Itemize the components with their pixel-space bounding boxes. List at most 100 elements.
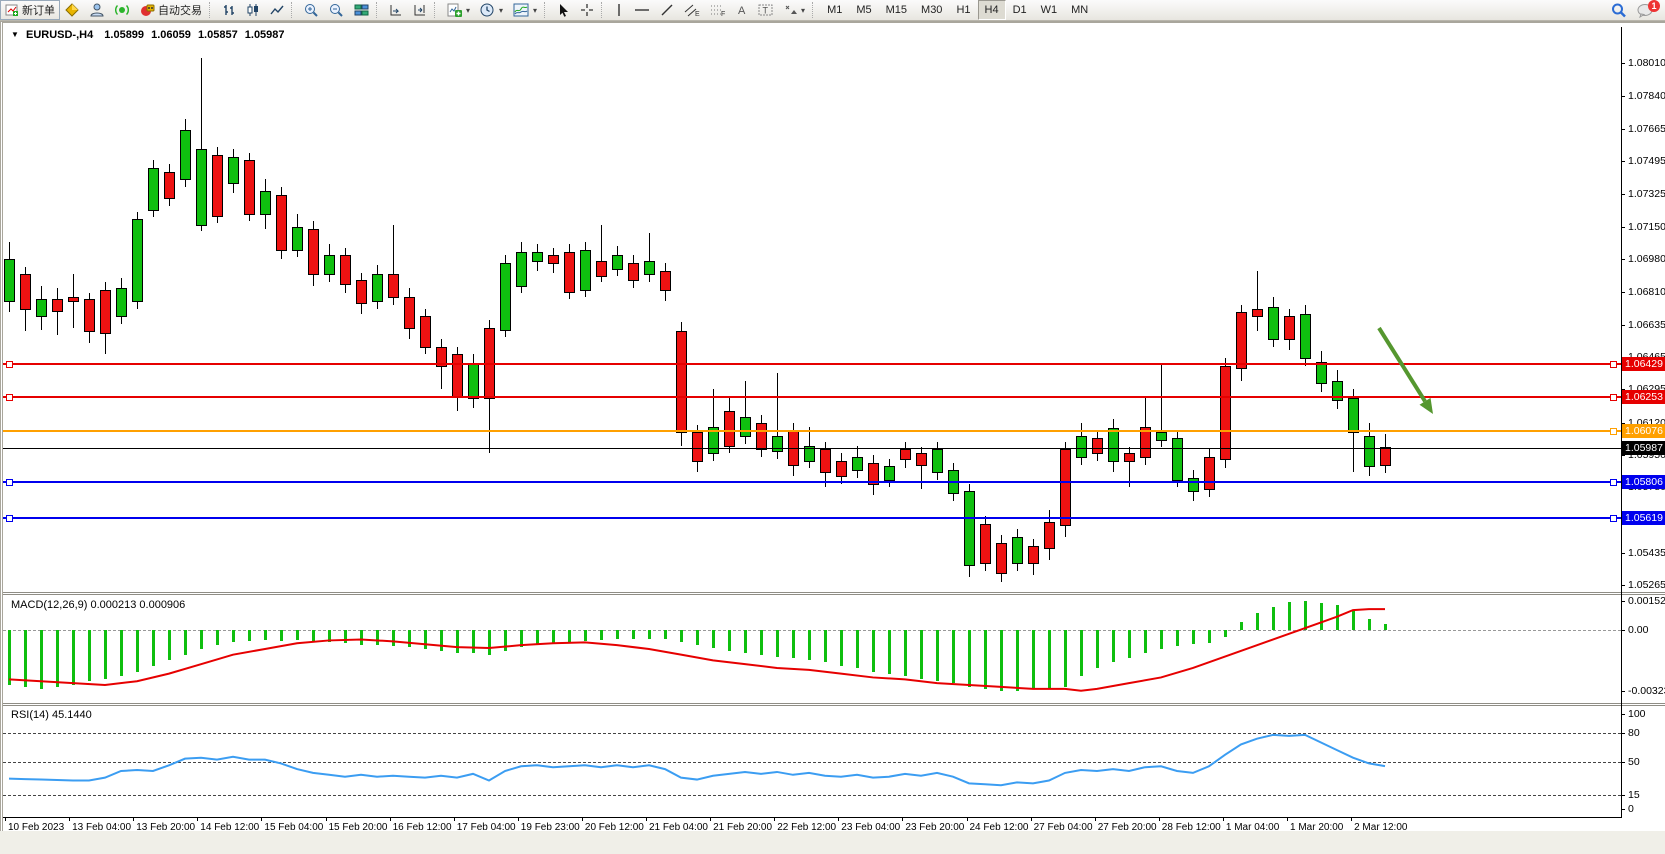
pane-splitter[interactable] (3, 705, 1665, 706)
pane-splitter[interactable] (3, 592, 1665, 593)
chart-window: ▼ EURUSD-,H4 1.05899 1.06059 1.05857 1.0… (0, 21, 1665, 831)
time-axis-tick (197, 818, 198, 821)
macd-bar (1128, 630, 1131, 658)
time-axis-tick (838, 818, 839, 821)
timeframe-d1-button[interactable]: D1 (1006, 0, 1034, 20)
timeframe-mn-button[interactable]: MN (1064, 0, 1095, 20)
auto-scroll-icon (389, 3, 403, 17)
fibonacci-icon: F (710, 3, 726, 17)
zoom-in-button[interactable] (299, 0, 324, 20)
timeframe-w1-button[interactable]: W1 (1034, 0, 1065, 20)
candlestick-chart-button[interactable] (241, 0, 265, 20)
text-label-button[interactable]: T (753, 0, 778, 20)
price-hline[interactable] (3, 363, 1621, 365)
candle-body (404, 297, 415, 328)
hline-handle[interactable] (6, 479, 13, 486)
fibonacci-button[interactable]: F (705, 0, 731, 20)
hline-handle[interactable] (1610, 361, 1617, 368)
tile-windows-button[interactable] (349, 0, 374, 20)
macd-bar (472, 630, 475, 653)
arrows-button[interactable]: ▾ (778, 0, 810, 20)
price-axis-tick (1621, 325, 1625, 326)
application-window: 新订单 自动交易 ▾ ▾ ▾ E F A T ▾ (0, 0, 1665, 837)
hline-handle[interactable] (6, 394, 13, 401)
cursor-icon (557, 3, 570, 17)
time-axis-label: 23 Feb 04:00 (841, 822, 900, 833)
macd-bar (1144, 630, 1147, 653)
macd-bar (584, 630, 587, 641)
chart-canvas[interactable]: 1.080101.078401.076651.074951.073251.071… (3, 23, 1665, 833)
macd-bar (200, 630, 203, 649)
time-axis-label: 23 Feb 20:00 (905, 822, 964, 833)
rsi-axis-label: 100 (1628, 708, 1646, 720)
hline-handle[interactable] (1610, 394, 1617, 401)
price-axis-tick (1621, 585, 1625, 586)
rsi-axis-tick (1621, 809, 1625, 810)
new-order-icon (5, 3, 19, 17)
equidistant-channel-icon: E (684, 3, 700, 17)
macd-bar (616, 630, 619, 639)
candle-body (1060, 449, 1071, 526)
timeframe-m15-button[interactable]: M15 (879, 0, 914, 20)
trendline-button[interactable] (655, 0, 679, 20)
macd-bar (1096, 630, 1099, 668)
macd-bar (664, 630, 667, 639)
time-axis-tick (902, 818, 903, 821)
candle-body (1188, 478, 1199, 492)
price-hline[interactable] (3, 481, 1621, 483)
hline-handle[interactable] (6, 361, 13, 368)
candle-body (1204, 457, 1215, 490)
price-hline[interactable] (3, 396, 1621, 398)
profile-button[interactable] (85, 0, 110, 20)
time-axis-label: 1 Mar 20:00 (1290, 822, 1343, 833)
macd-bar (1160, 630, 1163, 649)
price-badge: 1.05987 (1622, 441, 1665, 455)
zoom-out-button[interactable] (324, 0, 349, 20)
macd-bar (1032, 630, 1035, 689)
line-chart-button[interactable] (265, 0, 289, 20)
timeframe-m1-button[interactable]: M1 (820, 0, 849, 20)
macd-bar (264, 630, 267, 640)
equidistant-channel-button[interactable]: E (679, 0, 705, 20)
candle-body (532, 252, 543, 263)
templates-button[interactable]: ▾ (508, 0, 542, 20)
notification-badge: 1 (1648, 0, 1660, 12)
hline-handle[interactable] (6, 515, 13, 522)
macd-bar (1176, 630, 1179, 646)
candle-body (1012, 537, 1023, 565)
search-button[interactable] (1606, 0, 1632, 20)
new-chart-button[interactable]: ▾ (442, 0, 475, 20)
text-button[interactable]: A (731, 0, 753, 20)
chat-button[interactable]: 1 (1632, 0, 1659, 20)
pane-splitter[interactable] (3, 703, 1665, 704)
macd-bar (536, 630, 539, 645)
timeframe-m30-button[interactable]: M30 (914, 0, 949, 20)
timeframe-m5-button[interactable]: M5 (849, 0, 878, 20)
bar-chart-button[interactable] (217, 0, 241, 20)
price-hline[interactable] (3, 430, 1621, 432)
timeframe-h4-button[interactable]: H4 (978, 0, 1006, 20)
hline-handle[interactable] (1610, 515, 1617, 522)
price-hline[interactable] (3, 448, 1621, 449)
auto-scroll-button[interactable] (384, 0, 408, 20)
time-axis-label: 22 Feb 12:00 (777, 822, 836, 833)
depth-of-market-button[interactable] (60, 0, 85, 20)
vertical-line-button[interactable] (609, 0, 629, 20)
price-hline[interactable] (3, 517, 1621, 519)
horizontal-line-button[interactable] (629, 0, 655, 20)
price-axis-tick (1621, 63, 1625, 64)
price-axis-label: 1.06980 (1628, 253, 1665, 265)
macd-bar (8, 630, 11, 685)
crosshair-button[interactable] (575, 0, 599, 20)
toolbar-separator (291, 2, 297, 18)
new-order-button[interactable]: 新订单 (0, 0, 60, 20)
timeframe-h1-button[interactable]: H1 (949, 0, 977, 20)
cursor-button[interactable] (552, 0, 575, 20)
autotrading-button[interactable]: 自动交易 (135, 0, 207, 20)
signals-button[interactable] (110, 0, 135, 20)
periods-button[interactable]: ▾ (475, 0, 508, 20)
hline-handle[interactable] (1610, 428, 1617, 435)
hline-handle[interactable] (1610, 479, 1617, 486)
chart-shift-button[interactable] (408, 0, 432, 20)
pane-splitter[interactable] (3, 594, 1665, 595)
